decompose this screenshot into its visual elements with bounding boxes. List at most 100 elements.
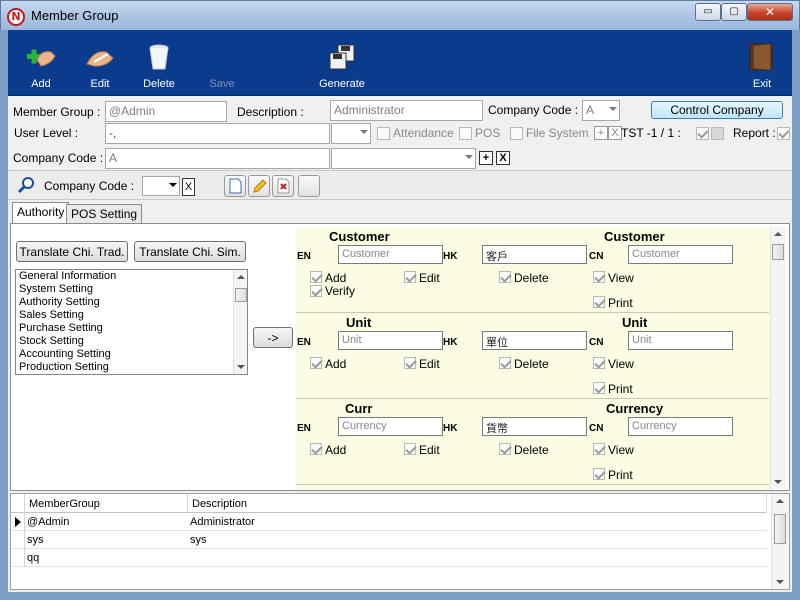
list-item[interactable]: Authority Setting [16,296,247,309]
name-hk-input[interactable]: 貨幣 [482,417,587,436]
delete-checkbox[interactable] [499,443,511,455]
add-checkbox[interactable] [310,443,322,455]
name-hk-input[interactable]: 客戶 [482,245,587,264]
table-cell[interactable]: Administrator [190,516,255,528]
name-en-input[interactable]: Unit [338,331,443,350]
list-item[interactable]: General Information [16,270,247,283]
scroll-thumb[interactable] [772,244,784,260]
scroll-thumb[interactable] [774,514,786,544]
company-code-2-select[interactable] [331,148,476,169]
scroll-down-icon[interactable] [237,365,245,369]
file-system-checkbox[interactable] [510,127,523,140]
exit-button[interactable]: Exit [732,30,792,96]
table-cell[interactable]: sys [190,534,207,546]
tab-authority[interactable]: Authority [12,202,70,224]
pos-checkbox[interactable] [459,127,472,140]
name-cn-input[interactable]: Unit [628,331,733,350]
translate-chi-trad-button[interactable]: Translate Chi. Trad. [16,241,128,262]
authority-scrollbar[interactable] [770,227,786,489]
name-en-input[interactable]: Customer [338,245,443,264]
print-checkbox[interactable] [593,468,605,480]
tst-checkbox[interactable] [696,127,709,140]
description-input[interactable]: Administrator [330,100,483,121]
table-cell[interactable]: qq [27,552,39,564]
edit-checkbox[interactable] [404,271,416,283]
column-header-description[interactable]: Description [188,494,767,513]
new-record-button[interactable] [224,175,246,197]
table-row[interactable]: qq [11,549,767,567]
row-header[interactable] [11,531,25,549]
member-group-grid[interactable]: MemberGroup Description @Admin Administr… [10,493,790,590]
translate-chi-sim-button[interactable]: Translate Chi. Sim. [134,241,246,262]
user-level-input[interactable]: -, [105,123,330,144]
edit-record-button[interactable] [248,175,270,197]
list-item[interactable]: Purchase Setting [16,322,247,335]
scroll-up-icon[interactable] [776,499,784,503]
search-clear-button[interactable]: X [182,178,195,196]
delete-button[interactable]: Delete [129,30,189,96]
remove-file-system-button[interactable]: X [608,126,622,140]
scroll-up-icon[interactable] [237,275,245,279]
table-cell[interactable]: sys [27,534,44,546]
report-checkbox[interactable] [777,127,790,140]
table-cell[interactable]: @Admin [27,516,69,528]
user-level-select[interactable] [331,123,371,144]
company-code-2-input[interactable]: A [105,148,330,169]
edit-button[interactable]: Edit [70,30,130,96]
exit-door-icon [749,43,773,71]
member-group-input[interactable]: @Admin [105,101,227,122]
edit-checkbox[interactable] [404,357,416,369]
list-item[interactable]: System Setting [16,283,247,296]
add-checkbox[interactable] [310,271,322,283]
control-company-button[interactable]: Control Company [651,101,783,119]
close-button[interactable]: ✕ [747,3,793,21]
minimize-button[interactable]: ▭ [695,3,721,21]
list-item[interactable]: Sales Setting [16,309,247,322]
name-cn-input[interactable]: Customer [628,245,733,264]
list-item[interactable]: Stock Setting [16,335,247,348]
print-checkbox[interactable] [593,296,605,308]
move-right-button[interactable]: -> [253,327,293,348]
print-checkbox[interactable] [593,382,605,394]
verify-checkbox[interactable] [310,285,322,297]
scroll-down-icon[interactable] [774,480,782,484]
add-file-system-button[interactable]: + [594,126,608,140]
blank-toolbar-button[interactable] [298,175,320,197]
generate-button[interactable]: Generate [312,30,372,96]
maximize-button[interactable]: ▢ [721,3,747,21]
search-icon[interactable] [18,176,36,194]
edit-checkbox[interactable] [404,443,416,455]
view-checkbox[interactable] [593,271,605,283]
tab-pos-setting[interactable]: POS Setting [66,204,143,224]
add-company-button[interactable]: + [479,151,493,165]
name-cn-input[interactable]: Currency [628,417,733,436]
remove-company-button[interactable]: X [496,151,510,165]
view-perm-label: View [608,443,634,457]
list-item[interactable]: Production Setting [16,361,247,374]
company-code-select[interactable]: A [582,100,620,121]
search-company-code-select[interactable] [142,176,180,196]
list-scrollbar[interactable] [233,270,247,374]
add-checkbox[interactable] [310,357,322,369]
attendance-checkbox[interactable] [377,127,390,140]
table-row[interactable]: @Admin Administrator [11,513,767,531]
grid-scrollbar[interactable] [771,494,789,589]
scroll-up-icon[interactable] [774,232,782,236]
row-header[interactable] [11,513,25,531]
delete-checkbox[interactable] [499,357,511,369]
name-en-input[interactable]: Currency [338,417,443,436]
table-row[interactable]: sys sys [11,531,767,549]
row-header[interactable] [11,549,25,567]
settings-list[interactable]: General Information System Setting Autho… [15,269,248,375]
view-checkbox[interactable] [593,443,605,455]
view-checkbox[interactable] [593,357,605,369]
save-button[interactable]: Save [192,30,252,96]
delete-checkbox[interactable] [499,271,511,283]
name-hk-input[interactable]: 單位 [482,331,587,350]
scroll-down-icon[interactable] [776,580,784,584]
list-item[interactable]: Accounting Setting [16,348,247,361]
delete-record-button[interactable] [272,175,294,197]
column-header-membergroup[interactable]: MemberGroup [25,494,188,513]
add-button[interactable]: Add [11,30,71,96]
scroll-thumb[interactable] [235,288,247,302]
